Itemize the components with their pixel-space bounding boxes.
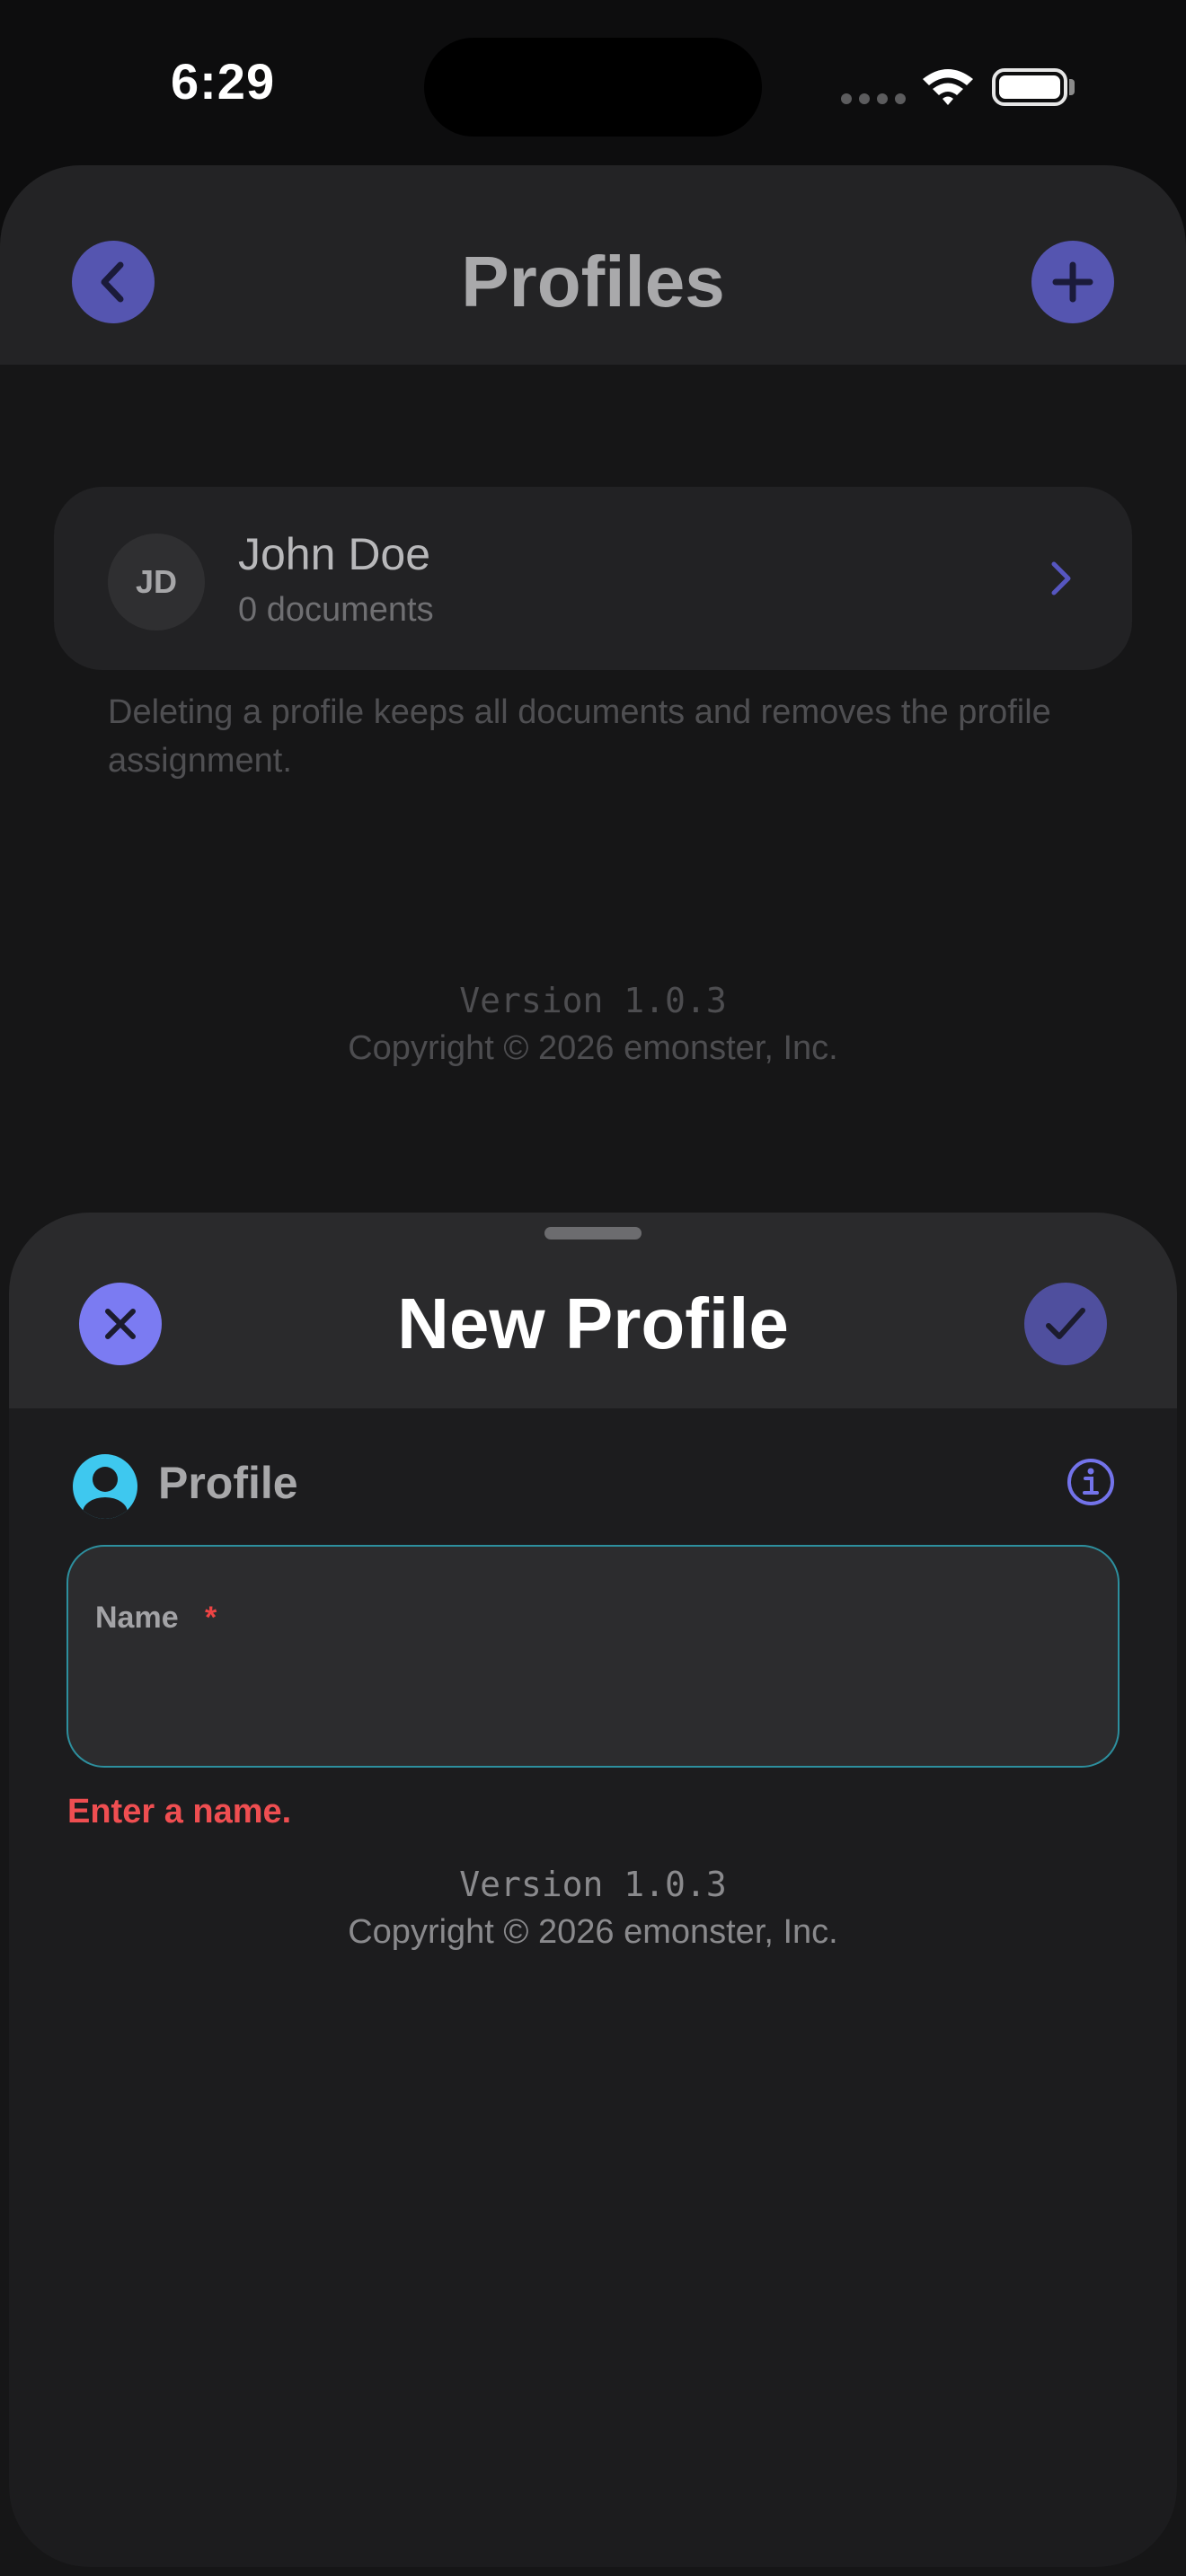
battery-icon (992, 68, 1067, 106)
section-title: Profile (158, 1458, 298, 1508)
profile-document-count: 0 documents (238, 591, 434, 629)
name-field[interactable]: Name * (66, 1545, 1120, 1768)
version-text: Version 1.0.3 (459, 981, 727, 1020)
sheet-grabber[interactable] (544, 1227, 642, 1239)
save-button[interactable] (1024, 1283, 1107, 1365)
wifi-icon (923, 69, 973, 105)
new-profile-sheet: New Profile Profile Name * Enter a name.… (9, 1213, 1177, 2567)
profile-row-john-doe[interactable]: JD John Doe 0 documents (54, 487, 1132, 670)
name-error-message: Enter a name. (67, 1793, 292, 1831)
page-title: Profiles (461, 242, 725, 322)
name-input[interactable] (95, 1653, 1087, 1726)
chevron-right-icon (1051, 561, 1071, 595)
checkmark-icon (1046, 1308, 1085, 1339)
copyright-text: Copyright © 2026 emonster, Inc. (348, 1913, 838, 1951)
delete-note: Deleting a profile keeps all documents a… (108, 693, 1051, 780)
version-text: Version 1.0.3 (459, 1865, 727, 1904)
avatar: JD (108, 534, 205, 631)
profile-name: John Doe (238, 529, 431, 579)
cellular-signal-icon (841, 93, 906, 104)
status-time: 6:29 (171, 53, 276, 110)
sheet-title: New Profile (397, 1284, 789, 1363)
plus-icon (1052, 261, 1093, 303)
dynamic-island (424, 38, 762, 137)
copyright-text: Copyright © 2026 emonster, Inc. (348, 1029, 838, 1067)
add-profile-button[interactable] (1031, 241, 1114, 323)
required-marker: * (205, 1601, 217, 1635)
battery-tip (1069, 79, 1075, 95)
person-circle-icon (73, 1454, 137, 1519)
name-field-label: Name (95, 1601, 179, 1635)
info-icon[interactable] (1066, 1457, 1116, 1507)
